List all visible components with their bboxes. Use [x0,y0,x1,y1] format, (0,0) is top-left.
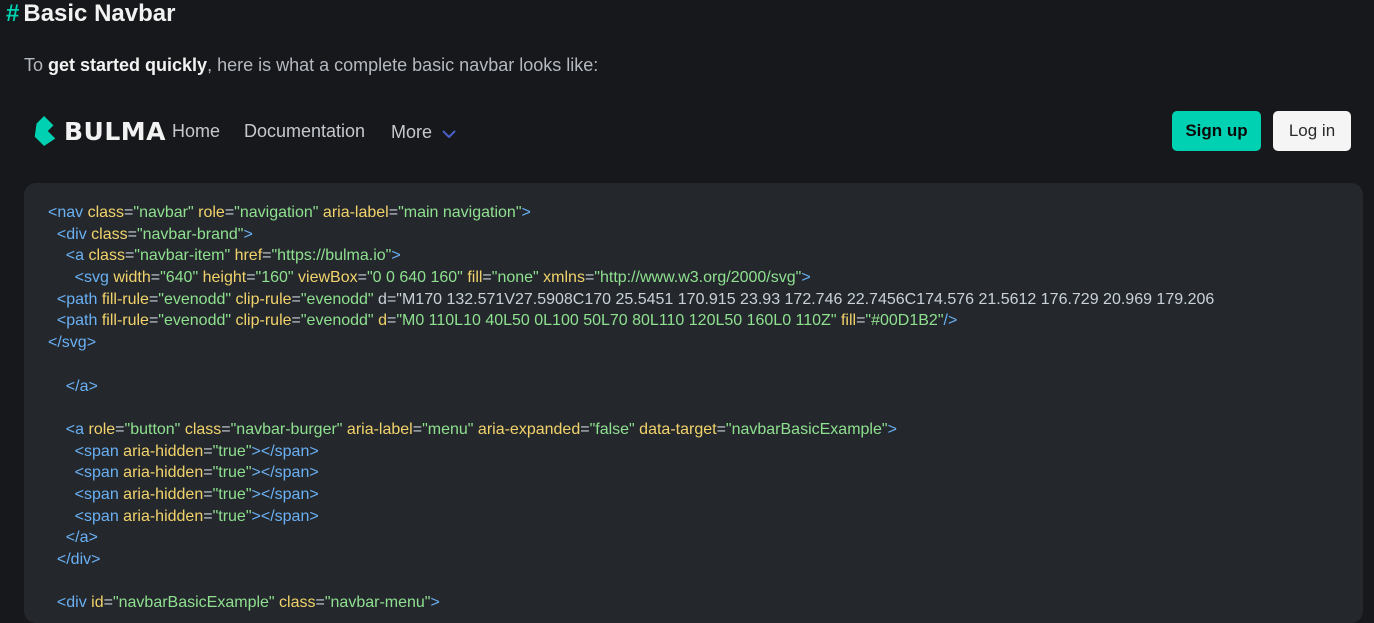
code-line: </svg> [48,334,97,352]
signup-button[interactable]: Sign up [1172,111,1261,151]
nav-item-documentation[interactable]: Documentation [244,121,365,142]
code-line: <path fill-rule="evenodd" clip-rule="eve… [56,312,958,330]
intro-paragraph: To get started quickly, here is what a c… [24,55,598,76]
code-line: <a class="navbar-item" href="https://bul… [65,247,401,265]
code-line: </a> [65,529,98,547]
intro-prefix: To [24,55,49,75]
code-line: <span aria-hidden="true"></span> [74,464,319,482]
brand-wordmark: BULMA [64,116,167,146]
section-title: Basic Navbar [23,0,176,27]
code-line: <path fill-rule="evenodd" clip-rule="eve… [56,290,1215,308]
nav-item-more[interactable]: More [391,121,456,144]
code-line: <svg width="640" height="160" viewBox="0… [74,269,811,287]
navbar-brand-link[interactable]: BULMA [34,116,166,146]
code-line: <span aria-hidden="true"></span> [74,507,319,525]
code-line: </a> [65,377,98,395]
code-line: </div> [56,551,101,568]
intro-bold: get started quickly [48,55,208,75]
navbar-example: BULMA Home Documentation More Sign up Lo… [24,100,1362,162]
code-line: <a role="button" class="navbar-burger" a… [65,420,897,438]
anchor-hash-link[interactable]: # [6,0,19,27]
code-line: <span aria-hidden="true"></span> [74,485,319,503]
bulma-logo-icon [34,116,56,146]
intro-suffix: , here is what a complete basic navbar l… [207,55,599,75]
code-line: <div id="navbarBasicExample" class="navb… [56,594,440,612]
code-line: <div class="navbar-brand"> [56,225,253,243]
login-button[interactable]: Log in [1273,111,1351,151]
code-block: <nav class="navbar" role="navigation" ar… [24,183,1363,623]
section-heading: # Basic Navbar [6,0,175,28]
chevron-down-icon [442,123,456,144]
code-content: <nav class="navbar" role="navigation" ar… [48,202,1214,614]
code-line: <nav class="navbar" role="navigation" ar… [48,204,531,221]
nav-item-more-label: More [391,122,433,142]
nav-item-home[interactable]: Home [172,121,220,142]
code-line: <span aria-hidden="true"></span> [74,442,319,460]
